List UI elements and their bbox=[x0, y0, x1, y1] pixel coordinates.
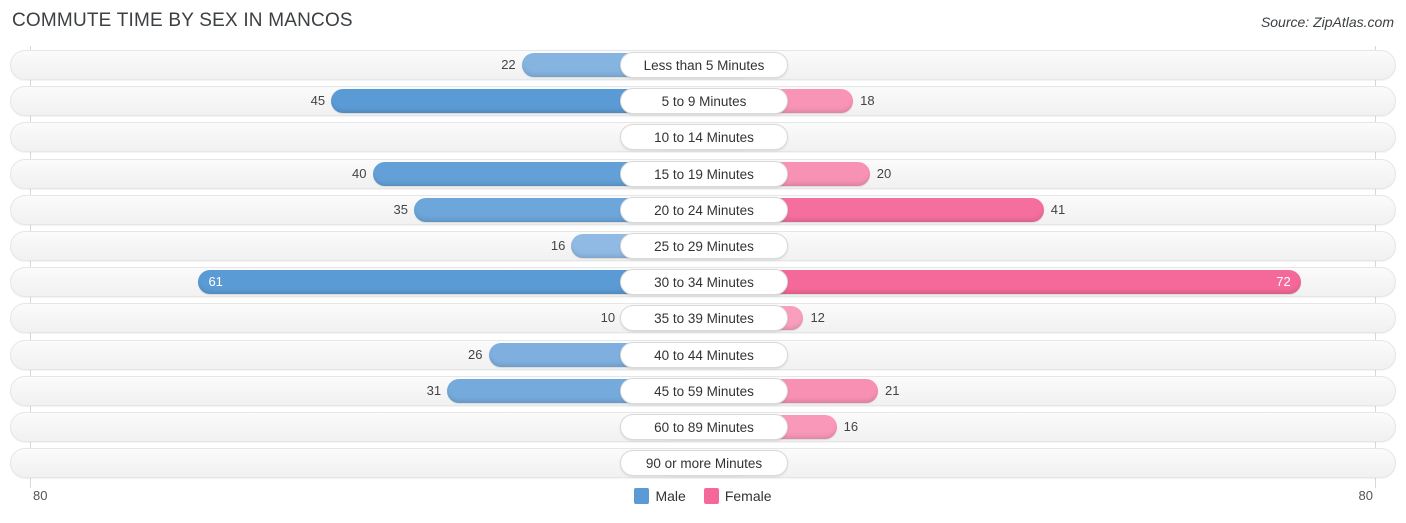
legend-swatch-icon bbox=[703, 488, 719, 504]
category-label: 15 to 19 Minutes bbox=[620, 160, 788, 187]
bar-row: 61 72 30 to 34 Minutes bbox=[10, 267, 1396, 298]
category-label: 45 to 59 Minutes bbox=[620, 377, 788, 404]
bar-row-bars: 45 18 5 to 9 Minutes bbox=[11, 87, 1395, 115]
category-label: 90 or more Minutes bbox=[620, 450, 788, 477]
bar-female bbox=[704, 270, 1301, 295]
category-label: 20 to 24 Minutes bbox=[620, 196, 788, 223]
bar-row: 0090 or more Minutes bbox=[10, 448, 1396, 479]
chart-plot-area: 224Less than 5 Minutes 45 18 5 to 9 Minutes… bbox=[0, 46, 1406, 488]
bar-value-male: 31 bbox=[426, 382, 442, 398]
bar-value-male: 22 bbox=[501, 57, 516, 72]
legend-item-male[interactable]: Male bbox=[634, 488, 686, 504]
legend-label: Male bbox=[655, 488, 686, 504]
bar-row: 35 41 20 to 24 Minutes bbox=[10, 194, 1396, 225]
category-label: 35 to 39 Minutes bbox=[620, 305, 788, 332]
category-label: 5 to 9 Minutes bbox=[620, 88, 788, 115]
bar-value-male: 45 bbox=[310, 93, 326, 109]
legend-item-female[interactable]: Female bbox=[703, 488, 772, 504]
bar-value-female: 20 bbox=[876, 165, 892, 181]
category-label: Less than 5 Minutes bbox=[620, 52, 788, 78]
bar-value-male: 26 bbox=[468, 346, 483, 362]
bar-row-bars: 31 21 45 to 59 Minutes bbox=[11, 377, 1395, 405]
bar-row-bars: 35 41 20 to 24 Minutes bbox=[11, 196, 1395, 224]
legend-label: Female bbox=[724, 488, 772, 504]
bar-row-bars: 224Less than 5 Minutes bbox=[11, 51, 1395, 79]
bar-row: 26040 to 44 Minutes bbox=[10, 339, 1396, 370]
bar-value-female: 21 bbox=[885, 382, 900, 398]
category-label: 25 to 29 Minutes bbox=[620, 232, 788, 259]
category-label: 10 to 14 Minutes bbox=[620, 124, 788, 151]
bar-value-female: 16 bbox=[843, 418, 859, 434]
chart-footer: 80 80 Male Female bbox=[0, 486, 1406, 523]
bar-row-bars: 0090 or more Minutes bbox=[11, 449, 1395, 477]
page-title: COMMUTE TIME BY SEX IN MANCOS bbox=[12, 10, 353, 31]
bar-row: 51660 to 89 Minutes bbox=[10, 411, 1396, 442]
category-label: 60 to 89 Minutes bbox=[620, 413, 788, 440]
bar-value-male: 16 bbox=[550, 237, 566, 253]
bar-row: 16525 to 29 Minutes bbox=[10, 230, 1396, 261]
bar-value-female: 12 bbox=[810, 310, 825, 326]
bar-row-bars: 16525 to 29 Minutes bbox=[11, 232, 1395, 260]
chart-header: COMMUTE TIME BY SEX IN MANCOS Source: Zi… bbox=[0, 0, 1406, 46]
bar-row-list: 224Less than 5 Minutes 45 18 5 to 9 Minutes… bbox=[0, 50, 1406, 484]
bar-value-male: 10 bbox=[600, 310, 616, 326]
bar-row-bars: 40 20 15 to 19 Minutes bbox=[11, 160, 1395, 188]
bar-row: 6010 to 14 Minutes bbox=[10, 122, 1396, 153]
chart-legend: Male Female bbox=[0, 488, 1406, 504]
legend-swatch-icon bbox=[634, 488, 650, 504]
bar-row-bars: 61 72 30 to 34 Minutes bbox=[11, 268, 1395, 296]
bar-row-bars: 6010 to 14 Minutes bbox=[11, 123, 1395, 151]
bar-row: 10 12 35 to 39 Minutes bbox=[10, 303, 1396, 334]
bar-row-bars: 10 12 35 to 39 Minutes bbox=[11, 304, 1395, 332]
bar-value-male: 40 bbox=[352, 165, 367, 181]
bar-value-female: 72 bbox=[1276, 274, 1291, 290]
bar-row-bars: 26040 to 44 Minutes bbox=[11, 341, 1395, 369]
bar-value-female: 18 bbox=[860, 93, 875, 109]
bar-row: 45 18 5 to 9 Minutes bbox=[10, 86, 1396, 117]
bar-row: 40 20 15 to 19 Minutes bbox=[10, 158, 1396, 189]
category-label: 40 to 44 Minutes bbox=[620, 341, 788, 368]
bar-value-female: 41 bbox=[1050, 201, 1066, 217]
category-label: 30 to 34 Minutes bbox=[620, 269, 788, 296]
source-attribution: Source: ZipAtlas.com bbox=[1260, 14, 1394, 30]
bar-value-male: 35 bbox=[393, 201, 408, 217]
bar-value-male: 61 bbox=[208, 274, 223, 290]
bar-row: 31 21 45 to 59 Minutes bbox=[10, 375, 1396, 406]
bar-row: 224Less than 5 Minutes bbox=[10, 50, 1396, 80]
bar-row-bars: 51660 to 89 Minutes bbox=[11, 413, 1395, 441]
